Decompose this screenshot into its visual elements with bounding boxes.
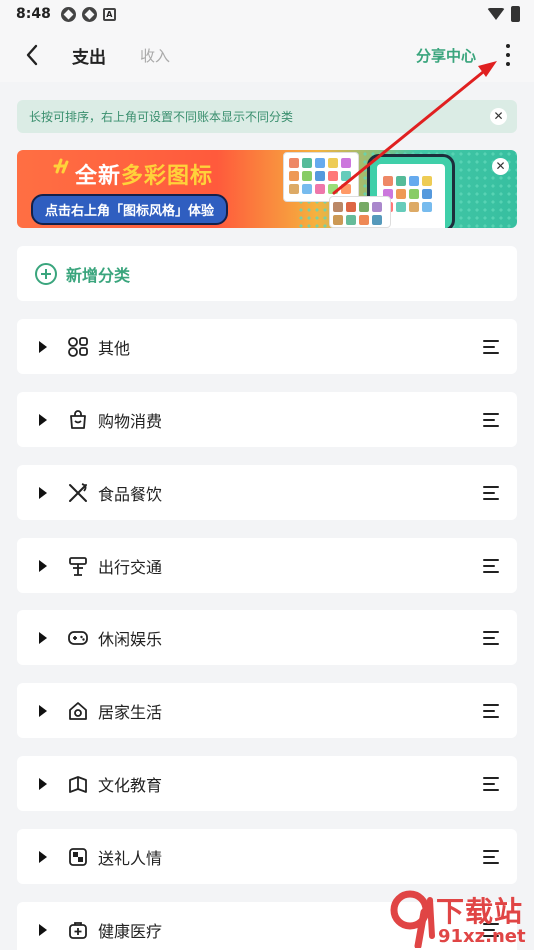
drag-handle-icon[interactable]	[483, 412, 501, 427]
drag-handle-icon[interactable]	[483, 630, 501, 645]
status-bar: 8:48 A	[0, 0, 534, 28]
drag-handle-icon[interactable]	[483, 558, 501, 573]
category-label: 出行交通	[98, 557, 163, 577]
category-label: 文化教育	[98, 775, 163, 795]
category-label: 食品餐饮	[98, 484, 163, 504]
gamepad-icon	[67, 627, 89, 649]
dot-icon	[506, 44, 510, 48]
expand-triangle-icon[interactable]	[39, 923, 47, 936]
category-row[interactable]: 其他	[17, 319, 517, 374]
banner-title: 全新多彩图标	[75, 158, 213, 190]
drag-handle-icon[interactable]	[483, 339, 501, 354]
dot-icon	[506, 62, 510, 66]
category-row[interactable]: 休闲娱乐	[17, 610, 517, 665]
signpost-icon	[67, 555, 89, 577]
sparkle-icon	[53, 158, 69, 174]
expand-triangle-icon[interactable]	[39, 704, 47, 717]
expand-triangle-icon[interactable]	[39, 413, 47, 426]
wifi-icon	[487, 8, 505, 20]
grid-shapes-icon	[67, 336, 89, 358]
tab-expense[interactable]: 支出	[72, 43, 106, 68]
expand-triangle-icon[interactable]	[39, 559, 47, 572]
category-label: 其他	[98, 338, 131, 358]
fork-knife-icon	[67, 482, 89, 504]
banner-title-prefix: 全新	[75, 164, 122, 189]
tip-banner: 长按可排序，右上角可设置不同账本显示不同分类 ✕	[17, 100, 517, 133]
tab-income[interactable]: 收入	[140, 45, 170, 66]
banner-subtitle: 点击右上角「图标风格」体验	[31, 194, 229, 225]
shopping-bag-icon	[67, 409, 89, 431]
drag-handle-icon[interactable]	[483, 776, 501, 791]
category-label: 购物消费	[98, 411, 163, 431]
chevron-left-icon	[26, 44, 38, 66]
add-circle-icon	[35, 262, 57, 285]
watermark-domain: 91xz.net	[438, 926, 526, 947]
expand-triangle-icon[interactable]	[39, 850, 47, 863]
dot-icon	[506, 53, 510, 57]
banner-title-highlight: 多彩图标	[121, 164, 214, 189]
medical-kit-icon	[67, 919, 89, 941]
category-label: 健康医疗	[98, 921, 163, 941]
battery-icon	[511, 6, 520, 22]
category-row[interactable]: 送礼人情	[17, 829, 517, 884]
expand-triangle-icon[interactable]	[39, 777, 47, 790]
category-row[interactable]: 出行交通	[17, 538, 517, 593]
gift-icon	[67, 846, 89, 868]
book-icon	[67, 773, 89, 795]
icon-preview-grid	[289, 158, 351, 194]
add-category-label: 新增分类	[66, 265, 131, 285]
back-button[interactable]	[18, 41, 46, 69]
expand-triangle-icon[interactable]	[39, 631, 47, 644]
top-navigation: 支出 收入 分享中心	[0, 28, 534, 82]
tip-text: 长按可排序，右上角可设置不同账本显示不同分类	[29, 110, 294, 124]
category-label: 送礼人情	[98, 848, 163, 868]
status-time: 8:48	[16, 6, 51, 22]
category-row[interactable]: 文化教育	[17, 756, 517, 811]
drag-handle-icon[interactable]	[483, 849, 501, 864]
category-row[interactable]: 居家生活	[17, 683, 517, 738]
app-notification-icon	[60, 6, 76, 22]
expand-triangle-icon[interactable]	[39, 340, 47, 353]
notification-icons: A	[60, 6, 116, 22]
share-center-button[interactable]: 分享中心	[416, 45, 476, 66]
category-label: 休闲娱乐	[98, 629, 163, 649]
home-icon	[67, 700, 89, 722]
icon-preview-grid	[333, 202, 382, 225]
banner-close-button[interactable]: ✕	[492, 158, 509, 175]
category-row[interactable]: 购物消费	[17, 392, 517, 447]
category-row[interactable]: 食品餐饮	[17, 465, 517, 520]
more-menu-button[interactable]	[498, 41, 518, 69]
tip-close-button[interactable]: ✕	[490, 108, 507, 125]
a-notification-icon: A	[102, 7, 116, 21]
drag-handle-icon[interactable]	[483, 703, 501, 718]
watermark-logo-icon	[390, 890, 435, 948]
watermark-brand: 下载站	[436, 895, 524, 928]
add-category-button[interactable]: 新增分类	[17, 246, 517, 301]
promo-banner[interactable]: 全新多彩图标 点击右上角「图标风格」体验 ✕	[17, 150, 517, 228]
drag-handle-icon[interactable]	[483, 485, 501, 500]
site-watermark: 下载站 91xz.net	[388, 888, 534, 950]
expand-triangle-icon[interactable]	[39, 486, 47, 499]
category-label: 居家生活	[98, 702, 163, 722]
app-notification-icon	[81, 6, 97, 22]
